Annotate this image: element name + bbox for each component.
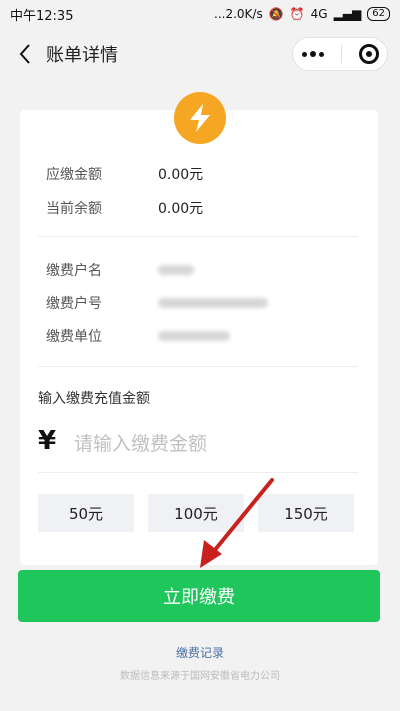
more-options-icon[interactable]	[301, 51, 324, 57]
signal-icon: ▂▄▆	[333, 7, 362, 21]
payment-unit-label: 缴费单位	[46, 329, 102, 345]
quick-amount-50[interactable]: 50元	[38, 494, 134, 532]
balance-value: 0.00元	[158, 201, 204, 217]
mute-icon: 🔕	[268, 7, 284, 21]
amount-due-label: 应缴金额	[46, 167, 102, 183]
status-bar: 中午12:35 ...2.0K/s 🔕 ⏰ 4G ▂▄▆ 62	[0, 0, 400, 28]
account-number-redacted	[158, 298, 268, 308]
account-name-label: 缴费户名	[46, 263, 102, 279]
currency-symbol: ¥	[38, 426, 57, 456]
divider	[38, 472, 358, 473]
data-source-note: 数据信息来源于国网安徽省电力公司	[120, 671, 280, 682]
quick-amount-100[interactable]: 100元	[148, 494, 244, 532]
capsule-divider	[340, 45, 342, 63]
payment-records-link[interactable]: 缴费记录	[0, 644, 400, 661]
quick-amount-150[interactable]: 150元	[258, 494, 354, 532]
payment-unit-redacted	[158, 331, 230, 341]
mini-program-capsule	[292, 37, 388, 71]
status-right: ...2.0K/s 🔕 ⏰ 4G ▂▄▆ 62	[214, 7, 390, 21]
battery-indicator: 62	[367, 7, 390, 21]
recharge-section-title: 输入缴费充值金额	[38, 391, 150, 407]
navigation-bar: 账单详情	[0, 28, 400, 80]
divider	[38, 366, 358, 367]
back-button[interactable]	[12, 41, 38, 67]
account-number-label: 缴费户号	[46, 296, 102, 312]
lightning-icon	[174, 92, 226, 144]
page-title: 账单详情	[46, 45, 118, 66]
balance-label: 当前余额	[46, 201, 102, 217]
alarm-icon: ⏰	[289, 7, 305, 21]
amount-input[interactable]	[72, 428, 356, 460]
signal-label: 4G	[310, 7, 328, 21]
status-time: 中午12:35	[10, 8, 74, 24]
account-name-redacted	[158, 265, 194, 275]
back-arrow-icon	[19, 44, 30, 64]
close-miniprogram-icon[interactable]	[358, 44, 379, 64]
pay-now-button[interactable]: 立即缴费	[18, 570, 380, 622]
divider	[38, 236, 358, 237]
amount-due-value: 0.00元	[158, 167, 204, 183]
network-speed: ...2.0K/s	[214, 7, 263, 21]
